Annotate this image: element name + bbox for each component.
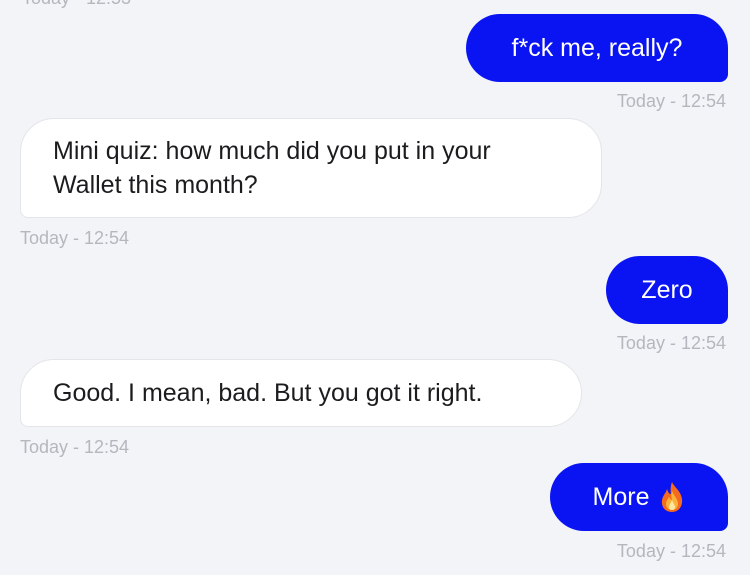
message-text-line: Wallet this month? xyxy=(53,171,258,199)
message-bubble-outgoing[interactable]: Zero xyxy=(606,256,728,324)
message-text: f*ck me, really? xyxy=(511,34,683,62)
message-timestamp: Today - 12:54 xyxy=(616,333,726,353)
message-bubble-incoming[interactable]: Good. I mean, bad. But you got it right. xyxy=(20,359,582,427)
message-bubble-outgoing[interactable]: More xyxy=(550,463,728,531)
message-text-line: Mini quiz: how much did you put in your xyxy=(53,137,491,165)
message-timestamp: Today - 12:54 xyxy=(20,228,130,248)
message-bubble-incoming[interactable]: Mini quiz: how much did you put in your … xyxy=(20,118,602,218)
message-timestamp: Today - 12:54 xyxy=(20,437,130,457)
message-timestamp: Today - 12:54 xyxy=(616,91,726,111)
message-bubble-outgoing[interactable]: f*ck me, really? xyxy=(466,14,728,82)
message-text: Zero xyxy=(641,276,693,304)
message-text: Good. I mean, bad. But you got it right. xyxy=(53,379,483,407)
message-timestamp: Today - 12:54 xyxy=(616,541,726,561)
fire-icon xyxy=(659,481,685,513)
timestamp-partial: Today - 12:53 xyxy=(22,0,131,9)
message-text: More xyxy=(592,483,650,511)
